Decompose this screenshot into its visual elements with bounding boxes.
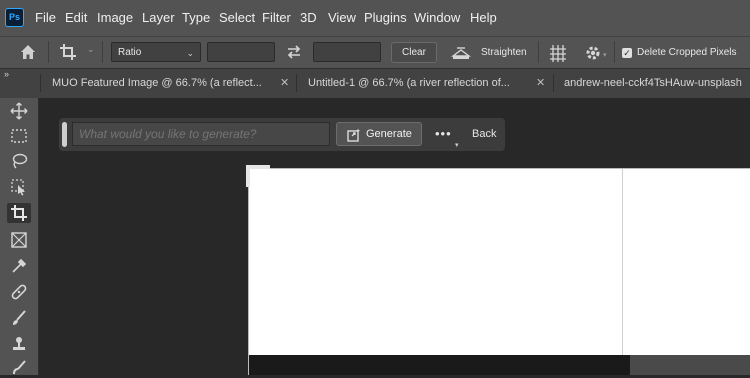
document-canvas[interactable]	[249, 169, 750, 375]
divider	[296, 74, 297, 92]
photoshop-logo: Ps	[5, 8, 24, 27]
lasso-tool-icon[interactable]	[7, 151, 31, 171]
divider	[553, 74, 554, 92]
history-brush-tool-icon[interactable]	[7, 358, 31, 378]
menu-plugins[interactable]: Plugins	[364, 0, 407, 36]
delete-cropped-label[interactable]: Delete Cropped Pixels	[637, 42, 737, 63]
eyedropper-tool-icon[interactable]	[7, 256, 31, 276]
divider	[102, 41, 103, 63]
home-icon[interactable]	[18, 42, 38, 62]
close-icon[interactable]: ✕	[280, 70, 289, 96]
crop-border-left	[248, 168, 249, 375]
back-button[interactable]: Back	[472, 122, 496, 146]
divider	[538, 41, 539, 63]
crop-tool-icon[interactable]	[7, 203, 31, 223]
clear-button[interactable]: Clear	[391, 42, 437, 63]
clone-stamp-tool-icon[interactable]	[7, 334, 31, 354]
straighten-label[interactable]: Straighten	[481, 42, 527, 63]
menu-3d[interactable]: 3D	[300, 0, 317, 36]
crop-preset-icon[interactable]	[58, 42, 80, 62]
ratio-select-label: Ratio	[118, 47, 142, 58]
menu-select[interactable]: Select	[219, 0, 255, 36]
menu-window[interactable]: Window	[414, 0, 460, 36]
divider	[614, 41, 615, 63]
more-options-icon[interactable]: •••	[435, 122, 452, 146]
menu-filter[interactable]: Filter	[262, 0, 291, 36]
menu-layer[interactable]: Layer	[142, 0, 175, 36]
chevron-down-icon[interactable]: ▾	[603, 51, 607, 59]
menu-edit[interactable]: Edit	[65, 0, 87, 36]
divider	[40, 74, 41, 92]
gear-icon[interactable]	[583, 43, 603, 63]
ratio-select[interactable]: Ratio ⌄	[111, 42, 201, 62]
photo-content	[630, 355, 750, 375]
menu-image[interactable]: Image	[97, 0, 133, 36]
delete-cropped-checkbox[interactable]: ✓	[622, 48, 632, 58]
tab-untitled-1[interactable]: Untitled-1 @ 66.7% (a river reflection o…	[308, 70, 530, 96]
menu-view[interactable]: View	[328, 0, 356, 36]
grid-overlay-icon[interactable]	[548, 43, 568, 63]
frame-tool-icon[interactable]	[7, 230, 31, 250]
object-select-tool-icon[interactable]	[7, 177, 31, 197]
generate-button-label[interactable]: Generate	[366, 122, 412, 146]
marquee-tool-icon[interactable]	[7, 126, 31, 146]
swap-icon[interactable]	[284, 43, 304, 61]
move-tool-icon[interactable]	[7, 101, 31, 121]
generate-prompt-input[interactable]	[72, 122, 330, 146]
menu-type[interactable]: Type	[182, 0, 210, 36]
height-field[interactable]	[313, 42, 381, 62]
chevron-down-icon: ⌄	[186, 48, 194, 58]
healing-brush-tool-icon[interactable]	[7, 282, 31, 302]
crop-guide-line	[622, 169, 623, 375]
brush-tool-icon[interactable]	[7, 308, 31, 328]
menu-help[interactable]: Help	[470, 0, 497, 36]
width-field[interactable]	[207, 42, 275, 62]
straighten-icon[interactable]	[450, 44, 472, 62]
close-icon[interactable]: ✕	[536, 70, 545, 96]
chevron-down-icon[interactable]: ⌄	[87, 44, 95, 55]
generate-icon	[347, 128, 361, 142]
crop-border-top	[248, 168, 750, 169]
menu-file[interactable]: File	[35, 0, 56, 36]
expand-panels-icon[interactable]: »	[4, 69, 9, 79]
caret-down-icon: ▾	[455, 142, 459, 149]
crop-handle-top-left[interactable]	[246, 165, 250, 187]
tab-muo-featured-image[interactable]: MUO Featured Image @ 66.7% (a reflect...	[52, 70, 275, 96]
divider	[48, 41, 49, 63]
tab-andrew-neel[interactable]: andrew-neel-cckf4TsHAuw-unsplash	[564, 70, 750, 96]
drag-handle[interactable]	[62, 122, 67, 147]
